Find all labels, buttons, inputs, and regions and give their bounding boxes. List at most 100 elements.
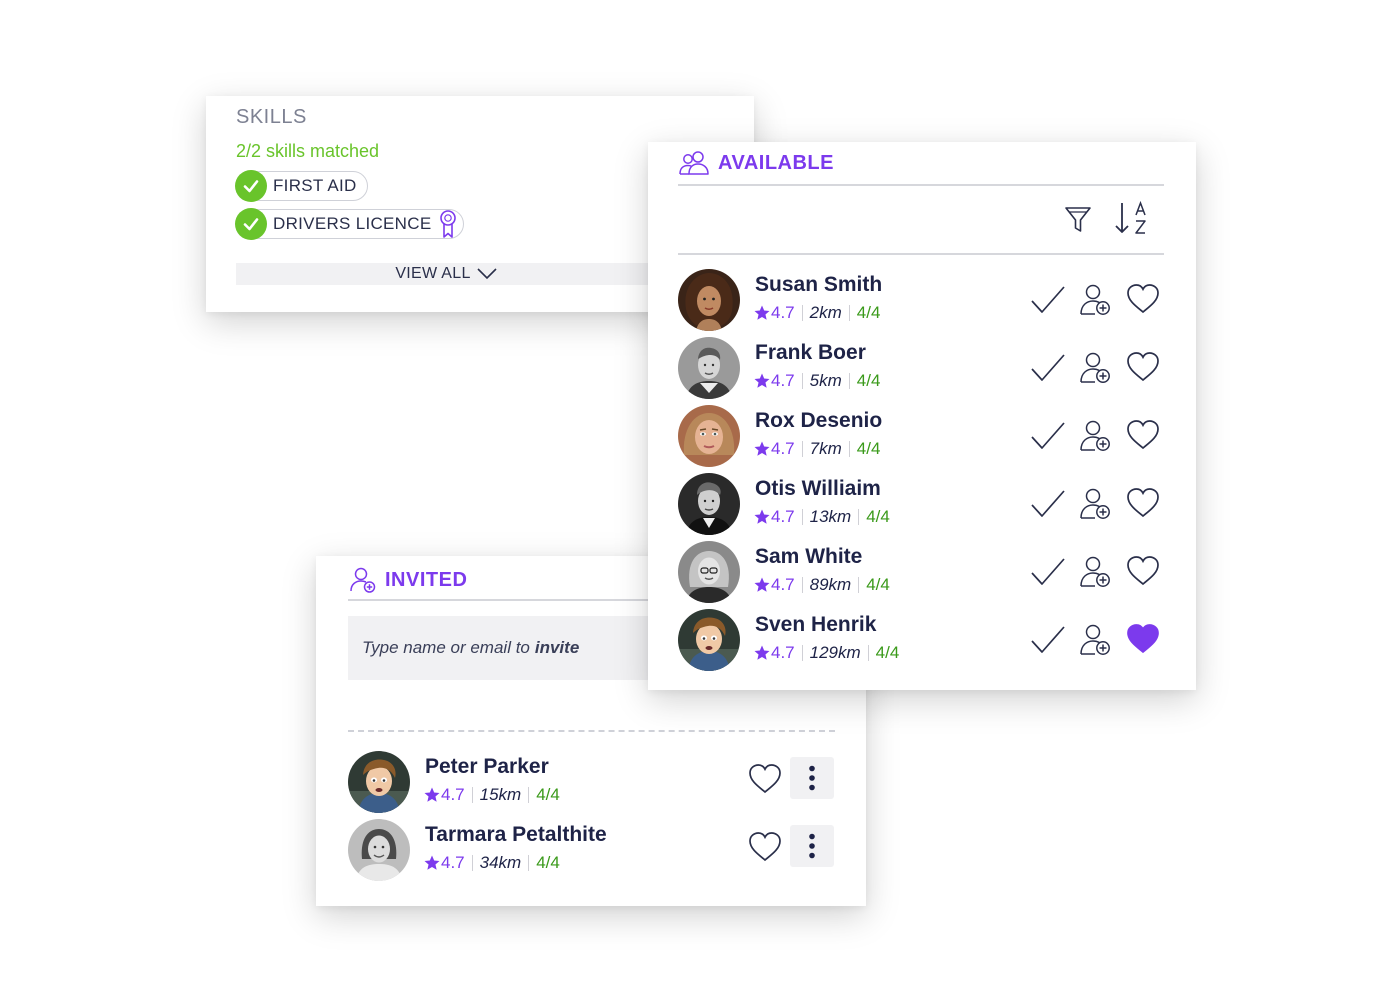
- score: 4/4: [536, 785, 560, 804]
- list-item[interactable]: Peter Parker 4.7 15km 4/4: [348, 751, 868, 815]
- star-icon: [754, 645, 770, 660]
- rating-value: 4.7: [771, 643, 795, 662]
- check-icon[interactable]: [1030, 489, 1066, 519]
- person-meta: 4.7 15km 4/4: [423, 785, 560, 805]
- person-meta: 4.7 5km 4/4: [753, 371, 880, 391]
- heart-outline-icon[interactable]: [1126, 419, 1160, 451]
- user-add-icon[interactable]: [1080, 623, 1112, 657]
- rating-value: 4.7: [771, 371, 795, 390]
- distance: 7km: [809, 439, 842, 458]
- divider: [678, 184, 1164, 186]
- star-icon: [754, 577, 770, 592]
- check-circle-icon: [235, 170, 267, 202]
- check-icon[interactable]: [1030, 421, 1066, 451]
- list-item[interactable]: Tarmara Petalthite 4.7 34km 4/4: [348, 819, 868, 883]
- distance: 15km: [479, 785, 522, 804]
- users-group-icon: [679, 151, 709, 175]
- person-meta: 4.7 89km 4/4: [753, 575, 890, 595]
- avatar: [678, 269, 740, 331]
- distance: 129km: [809, 643, 861, 662]
- star-icon: [424, 787, 440, 802]
- rating-value: 4.7: [441, 853, 465, 872]
- star-icon: [754, 441, 770, 456]
- score: 4/4: [536, 853, 560, 872]
- person-name: Sven Henrik: [755, 613, 877, 636]
- invite-placeholder-emphasis: invite: [534, 638, 580, 657]
- kebab-menu-icon: [809, 765, 815, 791]
- check-circle-icon: [235, 208, 267, 240]
- person-name: Sam White: [755, 545, 863, 568]
- avatar: [678, 609, 740, 671]
- invite-input[interactable]: Type name or email to invite: [348, 616, 678, 680]
- distance: 5km: [809, 371, 842, 390]
- star-icon: [424, 855, 440, 870]
- score: 4/4: [856, 303, 881, 322]
- avatar: [678, 473, 740, 535]
- distance: 2km: [809, 303, 842, 322]
- rating-value: 4.7: [441, 785, 465, 804]
- invited-header: INVITED: [349, 566, 467, 594]
- rating-value: 4.7: [771, 303, 795, 322]
- star-icon: [754, 509, 770, 524]
- list-item[interactable]: Otis Williaim 4.7 13km 4/4: [678, 473, 1168, 537]
- distance: 89km: [809, 575, 852, 594]
- avatar: [678, 541, 740, 603]
- check-icon[interactable]: [1030, 285, 1066, 315]
- filter-icon[interactable]: [1064, 204, 1092, 234]
- more-options-button[interactable]: [790, 825, 834, 867]
- user-add-icon[interactable]: [1080, 555, 1112, 589]
- score: 4/4: [875, 643, 900, 662]
- score: 4/4: [856, 371, 881, 390]
- heart-outline-icon[interactable]: [1126, 351, 1160, 383]
- rating-value: 4.7: [771, 507, 795, 526]
- skill-tag-first-aid: FIRST AID: [235, 170, 368, 202]
- chevron-down-icon: [477, 268, 497, 280]
- heart-outline-icon[interactable]: [1126, 555, 1160, 587]
- list-item[interactable]: Susan Smith 4.7 2km 4/4: [678, 269, 1168, 333]
- check-icon[interactable]: [1030, 353, 1066, 383]
- heart-filled-icon[interactable]: [1126, 623, 1160, 655]
- view-all-button[interactable]: VIEW ALL: [236, 263, 656, 285]
- person-name: Tarmara Petalthite: [425, 823, 607, 846]
- heart-outline-icon[interactable]: [1126, 487, 1160, 519]
- user-add-icon[interactable]: [1080, 351, 1112, 385]
- user-add-icon[interactable]: [1080, 487, 1112, 521]
- available-title: AVAILABLE: [718, 151, 834, 174]
- person-name: Peter Parker: [425, 755, 549, 778]
- list-item[interactable]: Sam White 4.7 89km 4/4: [678, 541, 1168, 605]
- view-all-label: VIEW ALL: [395, 265, 471, 282]
- avatar: [348, 819, 410, 881]
- star-icon: [754, 305, 770, 320]
- skill-label: DRIVERS LICENCE: [273, 214, 432, 233]
- score: 4/4: [866, 575, 890, 594]
- check-icon[interactable]: [1030, 557, 1066, 587]
- user-add-icon[interactable]: [1080, 419, 1112, 453]
- list-item[interactable]: Frank Boer 4.7 5km 4/4: [678, 337, 1168, 401]
- distance: 34km: [479, 853, 522, 872]
- person-meta: 4.7 7km 4/4: [753, 439, 880, 459]
- divider: [678, 253, 1164, 255]
- person-meta: 4.7 129km 4/4: [753, 643, 899, 663]
- heart-outline-icon[interactable]: [748, 763, 782, 795]
- heart-outline-icon[interactable]: [748, 831, 782, 863]
- more-options-button[interactable]: [790, 757, 834, 799]
- available-card: AVAILABLE Susan Smith 4.7 2km 4/4 Frank Boer…: [648, 142, 1196, 690]
- check-icon[interactable]: [1030, 625, 1066, 655]
- sort-alpha-icon[interactable]: [1112, 199, 1152, 239]
- person-meta: 4.7 2km 4/4: [753, 303, 880, 323]
- heart-outline-icon[interactable]: [1126, 283, 1160, 315]
- list-item[interactable]: Sven Henrik 4.7 129km 4/4: [678, 609, 1168, 673]
- avatar: [348, 751, 410, 813]
- list-item[interactable]: Rox Desenio 4.7 7km 4/4: [678, 405, 1168, 469]
- avatar: [678, 405, 740, 467]
- user-add-icon[interactable]: [1080, 283, 1112, 317]
- person-name: Otis Williaim: [755, 477, 881, 500]
- person-name: Frank Boer: [755, 341, 866, 364]
- skills-matched-count: 2/2 skills matched: [236, 141, 380, 161]
- skill-tag-drivers-licence: DRIVERS LICENCE: [235, 208, 465, 240]
- invited-title: INVITED: [385, 568, 468, 591]
- score: 4/4: [866, 507, 890, 526]
- skills-title: SKILLS: [236, 106, 307, 128]
- divider: [348, 599, 678, 601]
- available-header: AVAILABLE: [678, 150, 834, 176]
